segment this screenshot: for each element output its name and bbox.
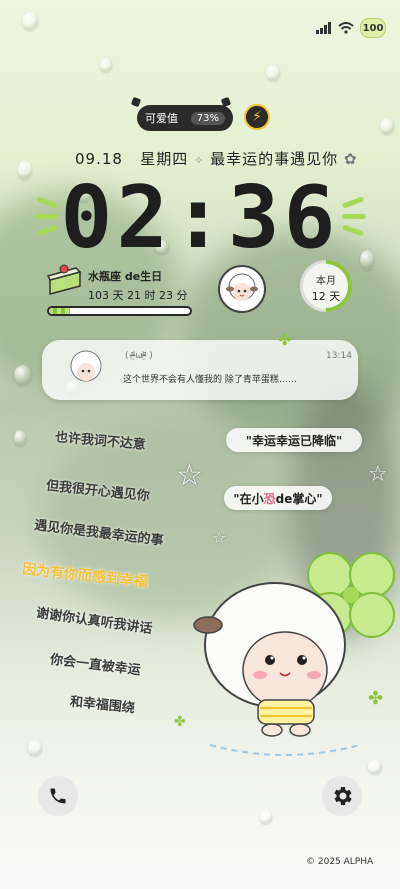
notification-time: 13:14 <box>326 351 352 361</box>
cute-value-label: 可爱值 <box>145 112 178 125</box>
date-line: 09.18 星期四 ✧ 最幸运的事遇见你 ✿ <box>75 148 357 169</box>
water-drop <box>266 65 280 81</box>
sheep-mascot <box>193 552 395 756</box>
palm-tag-prefix: "在小 <box>233 491 264 506</box>
sparkle-icon: ✧ <box>194 154 205 167</box>
flower-icon: ✿ <box>343 150 358 168</box>
clover-icon: ✤ <box>278 330 292 349</box>
water-drop <box>22 12 38 30</box>
date: 09.18 <box>75 150 123 168</box>
poem-line: 和幸福围绕 <box>69 694 136 717</box>
phone-icon <box>50 788 66 804</box>
water-drop <box>18 160 32 180</box>
palm-tag[interactable]: "在小恐 de掌心" <box>224 486 332 510</box>
avatar[interactable] <box>218 265 266 313</box>
signal-icon <box>316 22 331 34</box>
month-label: 本月 <box>316 276 336 287</box>
lucky-tag[interactable]: "幸运幸运已降临" <box>226 428 362 452</box>
weekday: 星期四 <box>140 150 189 168</box>
clock-deco <box>341 196 365 209</box>
month-days: 12 天 <box>311 290 341 303</box>
birthday-countdown: 103 天 21 时 23 分 <box>88 289 188 302</box>
clock-deco <box>342 214 366 219</box>
settings-button[interactable] <box>322 776 362 816</box>
water-drop <box>14 365 32 385</box>
cake-icon <box>46 264 82 295</box>
clock-deco <box>341 224 365 237</box>
notification-emote: ( ᵒ̴̶̷̤᷄ωᵒ̴̶̷̤᷅ ) <box>125 351 153 361</box>
sheep-avatar-icon <box>226 273 258 301</box>
phone-button[interactable] <box>38 776 78 816</box>
gear-icon <box>334 787 352 805</box>
pill-ear <box>220 96 232 108</box>
slogan: 最幸运的事遇见你 <box>210 150 339 168</box>
bolt-icon: ⚡ <box>244 104 270 130</box>
lock-screen: 100 可爱值 73% ⚡ 09.18 星期四 ✧ 最幸运的事遇见你 ✿ 02:… <box>0 0 400 889</box>
star-icon: ☆ <box>176 458 203 493</box>
water-drop <box>100 58 112 72</box>
water-drop <box>368 760 382 774</box>
battery-indicator: 100 <box>360 18 386 38</box>
clock-deco <box>34 214 58 219</box>
palm-tag-highlight: 恐 <box>263 491 276 506</box>
birthday-progress-fill <box>49 308 71 314</box>
birthday-progress-bar <box>47 306 192 316</box>
status-bar: 100 <box>316 18 386 38</box>
water-drop <box>28 740 42 756</box>
wifi-icon <box>338 22 354 34</box>
sheep-notification-icon <box>70 350 102 382</box>
water-drop <box>360 250 374 270</box>
cute-value-meter: 可爱值 73% <box>137 105 233 131</box>
star-icon: ☆ <box>368 462 388 487</box>
water-drop <box>260 810 272 824</box>
water-drop <box>14 430 26 446</box>
water-drop <box>380 118 394 134</box>
pill-ear <box>130 96 142 108</box>
lucky-tag-text: "幸运幸运已降临" <box>245 433 343 448</box>
clock-time: 02:36 <box>60 168 340 268</box>
notification-text: 这个世界不会有人懂我的 除了青苹蛋糕…… <box>123 375 297 385</box>
palm-tag-suffix: de掌心" <box>275 491 323 506</box>
poem-line: 你会一直被幸运 <box>49 652 142 679</box>
birthday-title: 水瓶座 de生日 <box>88 270 163 283</box>
cute-value-percent: 73% <box>190 111 225 125</box>
copyright: © 2025 ALPHA <box>306 857 374 867</box>
